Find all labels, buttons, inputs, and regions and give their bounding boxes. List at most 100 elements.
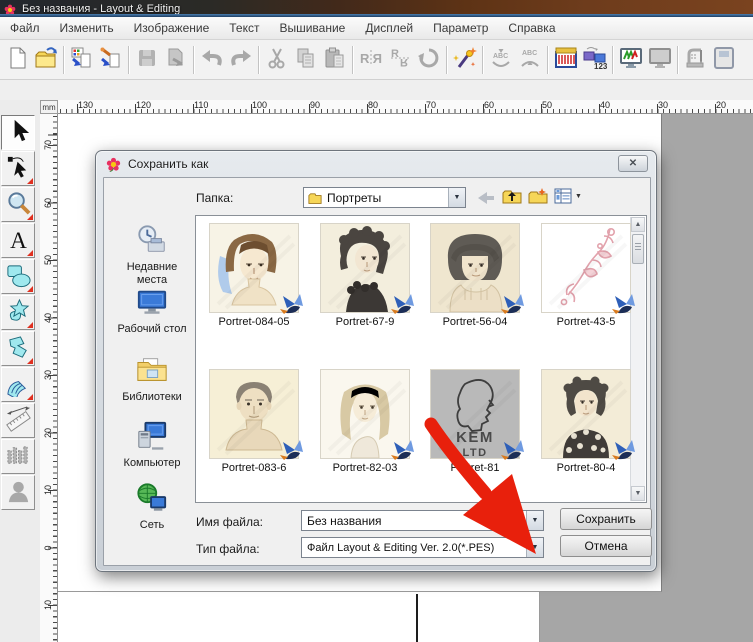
place-label: Рабочий стол bbox=[112, 323, 192, 336]
toolbar-separator bbox=[446, 46, 447, 74]
menu-item-option[interactable]: Параметр bbox=[423, 17, 498, 39]
flyout-corner-icon bbox=[27, 178, 33, 184]
place-libraries[interactable]: Библиотеки bbox=[112, 354, 192, 404]
tool-measure-button[interactable] bbox=[1, 403, 35, 438]
toolbar-group bbox=[197, 45, 255, 74]
file-item[interactable]: Portret-43-5 bbox=[538, 224, 634, 328]
scroll-down-icon[interactable]: ▼ bbox=[631, 486, 645, 501]
tool-select-button[interactable] bbox=[1, 115, 35, 150]
menu-item-text[interactable]: Текст bbox=[219, 17, 269, 39]
hummingbird-logo-icon bbox=[612, 294, 636, 315]
file-item[interactable]: Portret-82-03 bbox=[317, 370, 413, 474]
file-thumbnail[interactable] bbox=[431, 224, 519, 312]
chevron-down-icon[interactable]: ▼ bbox=[526, 511, 543, 530]
tool-text-button[interactable]: A bbox=[1, 223, 35, 258]
menu-item-edit[interactable]: Изменить bbox=[50, 17, 124, 39]
toolbar-separator bbox=[63, 46, 64, 74]
file-thumbnail[interactable] bbox=[321, 370, 409, 458]
place-label: Сеть bbox=[112, 519, 192, 532]
dialog-title: Сохранить как bbox=[128, 157, 208, 171]
file-caption: Portret-43-5 bbox=[538, 316, 634, 328]
file-thumbnail[interactable]: KEMLTD bbox=[431, 370, 519, 458]
file-thumbnail[interactable] bbox=[321, 224, 409, 312]
stitch-simulator-icon bbox=[619, 46, 643, 73]
toolbar-group bbox=[616, 45, 674, 74]
import-design-button[interactable] bbox=[96, 45, 125, 74]
flyout-corner-icon bbox=[27, 394, 33, 400]
file-thumbnail[interactable] bbox=[542, 224, 630, 312]
open-file-button[interactable] bbox=[31, 45, 60, 74]
new-document-button[interactable] bbox=[2, 45, 31, 74]
chevron-down-icon: ▼ bbox=[575, 193, 582, 200]
filename-value: Без названия bbox=[307, 514, 382, 528]
sewing-order-button[interactable]: 123 bbox=[580, 45, 609, 74]
stitch-simulator-button[interactable] bbox=[616, 45, 645, 74]
mirror-horizontal-button: RR bbox=[356, 45, 385, 74]
h-ruler-label: 40 bbox=[600, 100, 610, 110]
tool-stitch-block-button[interactable] bbox=[1, 439, 35, 474]
views-button[interactable]: ▼ bbox=[554, 187, 582, 205]
flyout-corner-icon bbox=[27, 250, 33, 256]
folder-combobox[interactable]: Портреты ▼ bbox=[303, 187, 466, 208]
magic-wand-button[interactable] bbox=[450, 45, 479, 74]
flyout-corner-icon bbox=[27, 214, 33, 220]
file-item[interactable]: KEMLTDPortret-81 bbox=[427, 370, 523, 474]
import-image-button[interactable] bbox=[67, 45, 96, 74]
filetype-combobox[interactable]: Файл Layout & Editing Ver. 2.0(*.PES) ▼ bbox=[301, 537, 544, 558]
dialog-title-bar[interactable]: Сохранить как bbox=[96, 151, 656, 177]
up-one-level-button[interactable] bbox=[502, 187, 522, 205]
new-folder-button[interactable] bbox=[528, 187, 548, 205]
select-tool-icon bbox=[5, 118, 32, 148]
import-design-icon bbox=[99, 46, 123, 73]
mirror-horizontal-icon: RR bbox=[359, 46, 383, 73]
tool-basic-shapes-button[interactable] bbox=[1, 259, 35, 294]
flyout-corner-icon bbox=[27, 358, 33, 364]
design-page-bottom[interactable] bbox=[58, 592, 540, 642]
file-item[interactable]: Portret-084-05 bbox=[206, 224, 302, 328]
chevron-down-icon[interactable]: ▼ bbox=[526, 538, 543, 557]
file-item[interactable]: Portret-80-4 bbox=[538, 370, 634, 474]
tool-closed-shapes-button[interactable] bbox=[1, 295, 35, 330]
write-to-card-icon bbox=[713, 46, 737, 73]
place-desktop[interactable]: Рабочий стол bbox=[112, 286, 192, 336]
menu-item-file[interactable]: Файл bbox=[0, 17, 50, 39]
menu-item-sew[interactable]: Вышивание bbox=[269, 17, 355, 39]
v-ruler-label: 70 bbox=[41, 137, 55, 153]
cancel-button[interactable]: Отмена bbox=[560, 535, 652, 557]
place-network[interactable]: Сеть bbox=[112, 482, 192, 532]
dialog-flower-icon bbox=[106, 157, 121, 172]
file-item[interactable]: Portret-56-04 bbox=[427, 224, 523, 328]
place-computer[interactable]: Компьютер bbox=[112, 420, 192, 470]
save-button[interactable]: Сохранить bbox=[560, 508, 652, 530]
tool-zoom-button[interactable] bbox=[1, 187, 35, 222]
tool-point-edit-button[interactable] bbox=[1, 151, 35, 186]
file-thumbnail[interactable] bbox=[210, 224, 298, 312]
dialog-close-button[interactable]: ✕ bbox=[618, 155, 648, 172]
menu-item-help[interactable]: Справка bbox=[498, 17, 565, 39]
file-item[interactable]: Portret-083-6 bbox=[206, 370, 302, 474]
toolbar-separator bbox=[612, 46, 613, 74]
place-recent-places[interactable]: Недавние места bbox=[112, 224, 192, 287]
hummingbird-logo-icon bbox=[280, 440, 304, 461]
portrait-tool-icon bbox=[5, 478, 32, 508]
file-thumbnail[interactable] bbox=[210, 370, 298, 458]
menu-item-display[interactable]: Дисплей bbox=[355, 17, 423, 39]
thread-chart-button[interactable] bbox=[551, 45, 580, 74]
toolbar-separator bbox=[128, 46, 129, 74]
toolbar-gap bbox=[0, 80, 753, 100]
toolbar-separator bbox=[193, 46, 194, 74]
file-thumbnail[interactable] bbox=[542, 370, 630, 458]
back-button[interactable] bbox=[476, 189, 496, 207]
tool-open-shapes-button[interactable] bbox=[1, 331, 35, 366]
flyout-corner-icon bbox=[27, 322, 33, 328]
file-item[interactable]: Portret-67-9 bbox=[317, 224, 413, 328]
copy-icon bbox=[294, 46, 318, 73]
filename-combobox[interactable]: Без названия ▼ bbox=[301, 510, 544, 531]
tool-manual-punch-button[interactable] bbox=[1, 367, 35, 402]
tool-portrait-button[interactable] bbox=[1, 475, 35, 510]
menu-item-image[interactable]: Изображение bbox=[124, 17, 220, 39]
file-list[interactable]: ▲ ▼ Portret-084-05Portret-67-9Portret-56… bbox=[195, 215, 647, 503]
chevron-down-icon[interactable]: ▼ bbox=[448, 188, 465, 207]
mirror-vertical-icon: RR bbox=[388, 46, 412, 73]
file-caption: Portret-82-03 bbox=[317, 462, 413, 474]
